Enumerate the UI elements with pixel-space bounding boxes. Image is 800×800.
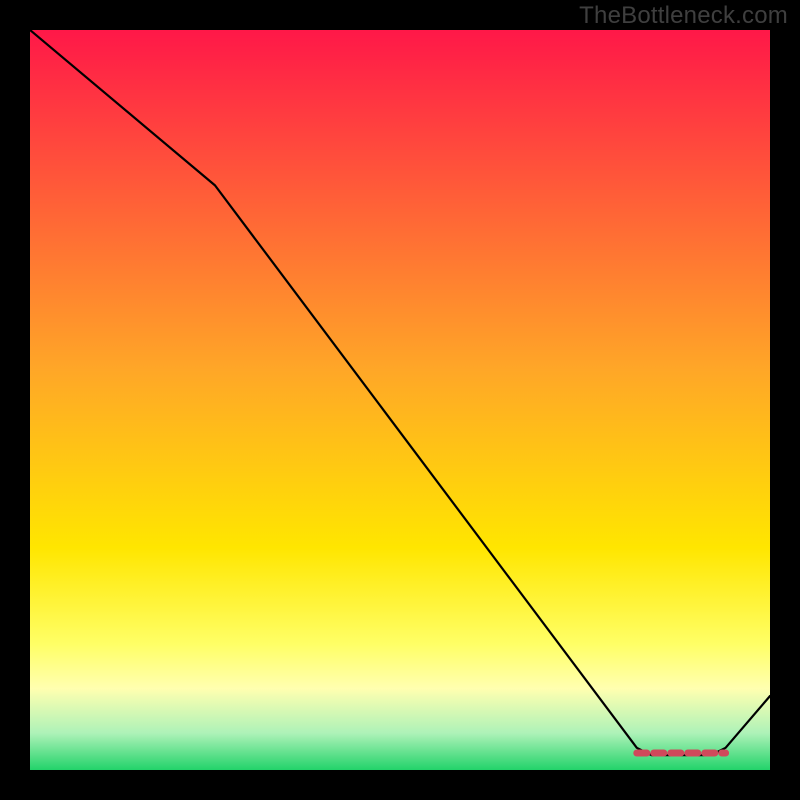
chart-frame: TheBottleneck.com — [0, 0, 800, 800]
watermark-text: TheBottleneck.com — [579, 2, 788, 30]
gradient-rect — [30, 30, 770, 770]
plot-area — [30, 30, 770, 770]
chart-svg — [30, 30, 770, 770]
